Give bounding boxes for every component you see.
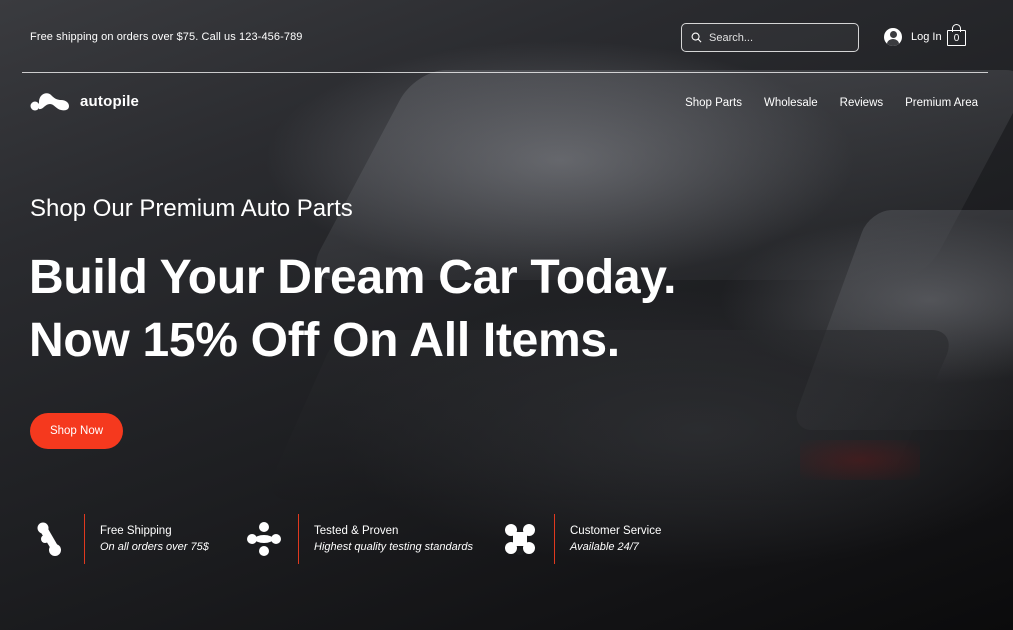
feature-free-shipping: Free Shipping On all orders over 75$: [30, 514, 209, 564]
shopping-bag-icon: 0: [947, 30, 966, 46]
brand-logo[interactable]: autopile: [30, 90, 139, 112]
nav-item-shop-parts[interactable]: Shop Parts: [685, 97, 742, 109]
headline-line-2: Now 15% Off On All Items.: [29, 314, 620, 367]
feature-subtitle: Available 24/7: [570, 541, 639, 553]
autopile-logo-icon: [30, 93, 69, 111]
feature-tested-proven: Tested & Proven Highest quality testing …: [244, 514, 473, 564]
tested-icon: [244, 519, 284, 559]
shipping-icon: [30, 519, 70, 559]
hero-headline: Build Your Dream Car Today. Now 15% Off …: [29, 246, 676, 372]
search-box[interactable]: [681, 23, 859, 52]
cart-button[interactable]: 0: [947, 24, 966, 46]
main-nav: Shop Parts Wholesale Reviews Premium Are…: [685, 97, 978, 109]
nav-item-reviews[interactable]: Reviews: [840, 97, 883, 109]
shop-now-button[interactable]: Shop Now: [30, 413, 123, 449]
login-button[interactable]: Log In: [884, 28, 942, 46]
feature-divider: [298, 514, 299, 564]
feature-divider: [554, 514, 555, 564]
nav-item-wholesale[interactable]: Wholesale: [764, 97, 818, 109]
top-bar: Free shipping on orders over $75. Call u…: [22, 20, 988, 73]
hero-eyebrow: Shop Our Premium Auto Parts: [30, 195, 353, 222]
login-label: Log In: [911, 31, 942, 43]
service-icon: [500, 519, 540, 559]
cart-count: 0: [953, 32, 960, 44]
feature-customer-service: Customer Service Available 24/7: [500, 514, 661, 564]
user-avatar-icon: [884, 28, 902, 46]
hero-section: Free shipping on orders over $75. Call u…: [0, 0, 1013, 630]
feature-divider: [84, 514, 85, 564]
search-icon: [691, 32, 702, 43]
feature-subtitle: Highest quality testing standards: [314, 541, 473, 553]
nav-item-premium-area[interactable]: Premium Area: [905, 97, 978, 109]
feature-title: Free Shipping: [100, 525, 172, 537]
feature-title: Customer Service: [570, 525, 662, 537]
brand-name: autopile: [80, 92, 140, 110]
background-glow: [800, 440, 920, 480]
promo-text: Free shipping on orders over $75. Call u…: [30, 31, 303, 43]
search-input[interactable]: [709, 31, 849, 44]
feature-subtitle: On all orders over 75$: [100, 541, 209, 553]
feature-title: Tested & Proven: [314, 525, 399, 537]
headline-line-1: Build Your Dream Car Today.: [29, 251, 677, 304]
